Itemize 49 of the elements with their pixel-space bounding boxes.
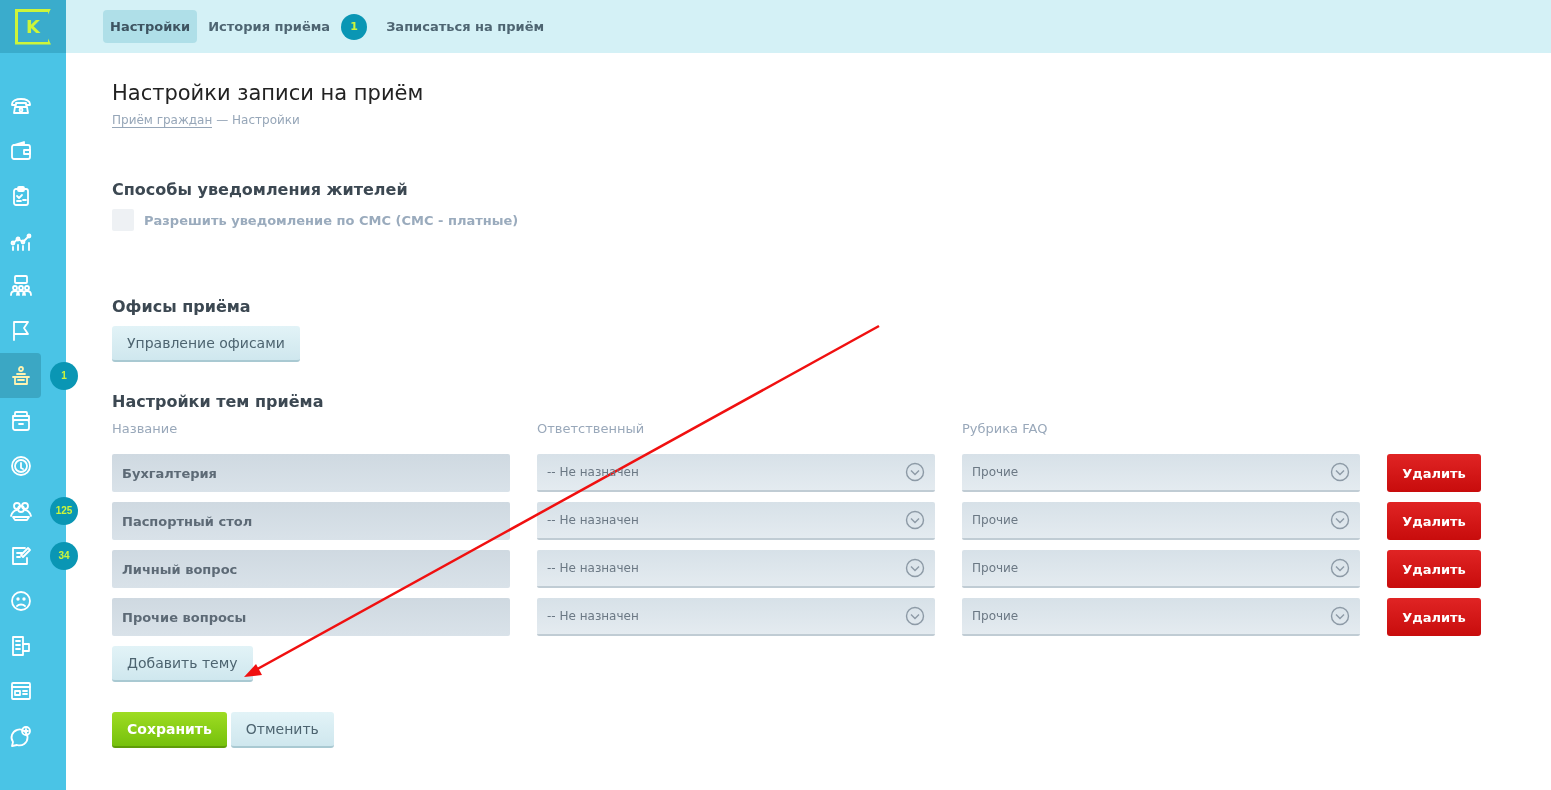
- delete-button[interactable]: Удалить: [1387, 454, 1481, 492]
- chat-group-icon: [8, 273, 33, 298]
- sad-face-icon: [8, 588, 33, 613]
- breadcrumb-link[interactable]: Приём граждан: [112, 113, 213, 128]
- column-header: Рубрика FAQ: [962, 421, 1049, 436]
- nav-tab[interactable]: Настройки: [103, 10, 198, 43]
- responsible-dropdown[interactable]: -- Не назначен: [537, 598, 935, 636]
- manage-offices-button[interactable]: Управление офисами: [112, 326, 300, 362]
- chevron-down-icon: [905, 606, 925, 626]
- responsible-dropdown[interactable]: -- Не назначен: [537, 550, 935, 588]
- topic-name-field[interactable]: Бухгалтерия: [112, 454, 510, 492]
- faq-category-dropdown[interactable]: Прочие: [962, 454, 1360, 492]
- nav-tab[interactable]: Записаться на приём: [379, 10, 552, 43]
- cancel-button[interactable]: Отменить: [230, 712, 334, 748]
- delete-button[interactable]: Удалить: [1387, 550, 1481, 588]
- section-heading: Офисы приёма: [112, 297, 252, 316]
- column-header: Название: [112, 421, 179, 436]
- chevron-down-icon: [1330, 606, 1350, 626]
- chevron-down-icon: [1330, 558, 1350, 578]
- count-badge: 125: [50, 496, 78, 525]
- wallet-icon: [8, 138, 33, 163]
- faq-category-dropdown[interactable]: Прочие: [962, 598, 1360, 636]
- chevron-down-icon: [1330, 462, 1350, 482]
- faq-category-dropdown[interactable]: Прочие: [962, 550, 1360, 588]
- chevron-down-icon: [905, 510, 925, 530]
- topic-name-field[interactable]: Прочие вопросы: [112, 598, 510, 636]
- gauge-icon: [8, 453, 33, 478]
- checkbox-label: Разрешить уведомление по СМС (СМС - платные): [144, 212, 519, 228]
- count-badge: 1: [341, 13, 368, 40]
- topic-name-field[interactable]: Личный вопрос: [112, 550, 510, 588]
- delete-button[interactable]: Удалить: [1387, 598, 1481, 636]
- chat-plus-icon: [8, 723, 33, 748]
- count-badge: 34: [50, 541, 78, 570]
- chevron-down-icon: [905, 462, 925, 482]
- nav-tab[interactable]: История приёма: [201, 10, 338, 43]
- logo[interactable]: K: [15, 8, 51, 45]
- chevron-down-icon: [1330, 510, 1350, 530]
- breadcrumb-current: — Настройки: [216, 113, 300, 128]
- section-heading: Способы уведомления жителей: [112, 180, 409, 199]
- chevron-down-icon: [905, 558, 925, 578]
- count-badge: 1: [50, 361, 78, 390]
- page-title: Настройки записи на приём: [112, 81, 425, 105]
- add-topic-button[interactable]: Добавить тему: [112, 646, 253, 682]
- responsible-dropdown[interactable]: -- Не назначен: [537, 502, 935, 540]
- faq-category-dropdown[interactable]: Прочие: [962, 502, 1360, 540]
- delete-button[interactable]: Удалить: [1387, 502, 1481, 540]
- column-header: Ответственный: [537, 421, 646, 436]
- topic-name-field[interactable]: Паспортный стол: [112, 502, 510, 540]
- section-heading: Настройки тем приёма: [112, 392, 325, 411]
